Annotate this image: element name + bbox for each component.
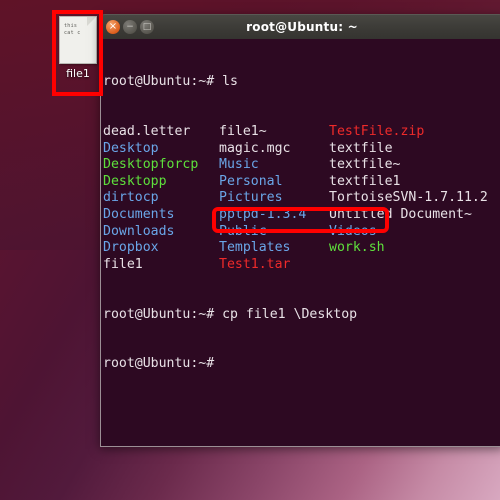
ls-row: dirtocp Pictures TortoiseSVN-1.7.11.2 bbox=[103, 190, 500, 207]
terminal-line-ls: root@Ubuntu:~# ls bbox=[103, 74, 500, 91]
ls-entry: Downloads bbox=[103, 223, 175, 239]
prompt: root@Ubuntu:~# bbox=[103, 306, 215, 322]
ls-entry: Pictures bbox=[219, 190, 283, 206]
prompt: root@Ubuntu:~# bbox=[103, 74, 215, 90]
ls-entry: dirtocp bbox=[103, 190, 159, 206]
ls-row: Dropbox Templates work.sh bbox=[103, 240, 500, 257]
ls-entry: magic.mgc bbox=[219, 140, 291, 156]
ls-entry: Dropbox bbox=[103, 240, 159, 256]
ls-entry: textfile1 bbox=[329, 173, 401, 189]
terminal-line-last: root@Ubuntu:~# bbox=[103, 356, 500, 373]
ls-entry: Templates bbox=[219, 240, 291, 256]
ls-row: Desktop magic.mgc textfile bbox=[103, 141, 500, 158]
window-titlebar[interactable]: × − □ root@Ubuntu: ~ bbox=[100, 14, 500, 39]
minimize-icon[interactable]: − bbox=[123, 20, 137, 34]
thumb-line-1: this bbox=[64, 23, 78, 29]
ls-entry: Desktopp bbox=[103, 173, 167, 189]
ls-entry: Public bbox=[219, 223, 267, 239]
ls-row: Desktopforcp Music textfile~ bbox=[103, 157, 500, 174]
document-thumbnail-text: this cat c bbox=[64, 23, 81, 37]
ls-entry: pptpd-1.3.4 bbox=[219, 206, 307, 222]
ls-entry: file1 bbox=[103, 256, 143, 272]
ls-entry: Untitled Document~ bbox=[329, 206, 472, 222]
prompt: root@Ubuntu:~# bbox=[103, 356, 215, 372]
maximize-icon[interactable]: □ bbox=[140, 20, 154, 34]
ls-output-rows: dead.letter file1~ TestFile.zip Desktop magi… bbox=[103, 124, 500, 273]
ls-entry: work.sh bbox=[329, 240, 385, 256]
ls-entry: Music bbox=[219, 157, 259, 173]
command-text: ls bbox=[214, 74, 238, 90]
close-icon[interactable]: × bbox=[106, 20, 120, 34]
page-fold-icon bbox=[87, 17, 96, 26]
ls-entry: dead.letter bbox=[103, 123, 191, 139]
ls-entry: TestFile.zip bbox=[329, 123, 425, 139]
desktop-icon-file1[interactable]: this cat c file1 bbox=[58, 16, 98, 80]
screen: this cat c file1 × − □ root@Ubuntu: ~ roo… bbox=[0, 0, 500, 500]
ls-row: dead.letter file1~ TestFile.zip bbox=[103, 124, 500, 141]
ls-entry: Documents bbox=[103, 206, 175, 222]
command-text: cp file1 \Desktop bbox=[214, 306, 358, 322]
window-title: root@Ubuntu: ~ bbox=[246, 20, 358, 34]
ls-entry: Personal bbox=[219, 173, 283, 189]
ls-entry: Videos bbox=[329, 223, 377, 239]
ls-entry: textfile~ bbox=[329, 157, 401, 173]
thumb-line-2: cat c bbox=[64, 30, 81, 36]
terminal-window[interactable]: × − □ root@Ubuntu: ~ root@Ubuntu:~# ls d… bbox=[100, 14, 500, 447]
ls-entry: Test1.tar bbox=[219, 256, 291, 272]
terminal-line-cp: root@Ubuntu:~# cp file1 \Desktop bbox=[103, 307, 500, 324]
desktop-icon-label: file1 bbox=[66, 67, 90, 80]
ls-row: file1 Test1.tar bbox=[103, 257, 500, 274]
ls-row: Desktopp Personal textfile1 bbox=[103, 174, 500, 191]
terminal-body[interactable]: root@Ubuntu:~# ls dead.letter file1~ TestF… bbox=[100, 39, 500, 447]
ls-entry: Desktop bbox=[103, 140, 159, 156]
ls-entry: TortoiseSVN-1.7.11.2 bbox=[329, 190, 488, 206]
terminal-output: root@Ubuntu:~# ls dead.letter file1~ TestF… bbox=[103, 41, 500, 406]
ls-row: Downloads Public Videos bbox=[103, 224, 500, 241]
document-icon: this cat c bbox=[59, 16, 97, 64]
ls-entry: file1~ bbox=[219, 123, 267, 139]
ls-entry: textfile bbox=[329, 140, 393, 156]
ls-entry: Desktopforcp bbox=[103, 157, 199, 173]
ls-row: Documents pptpd-1.3.4 Untitled Document~ bbox=[103, 207, 500, 224]
